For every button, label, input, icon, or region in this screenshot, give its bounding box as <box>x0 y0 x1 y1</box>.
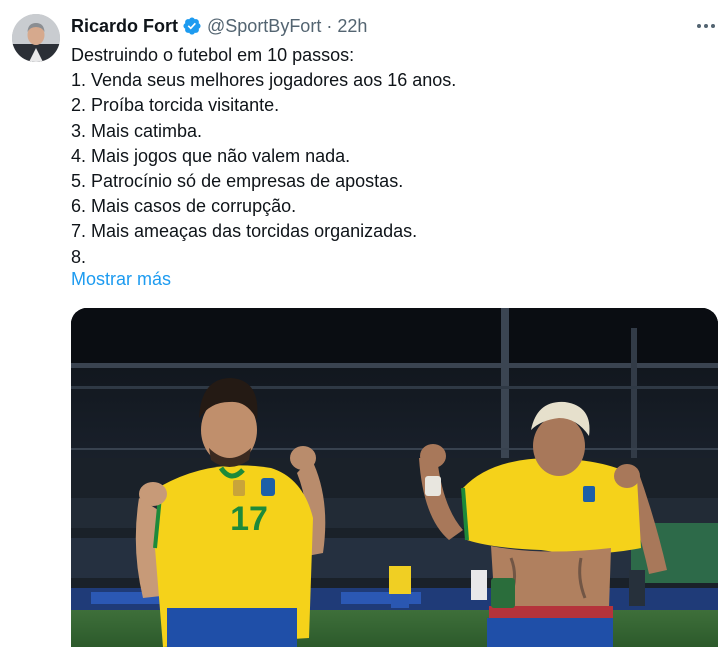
tweet-line: 1. Venda seus melhores jogadores aos 16 … <box>71 70 457 91</box>
tweet-text: Destruindo o futebol em 10 passos: 1. Ve… <box>71 43 711 270</box>
tweet-line: 4. Mais jogos que não valem nada. <box>71 145 351 166</box>
tweet-header: Ricardo Fort @SportByFort · 22h <box>71 14 367 38</box>
author-avatar[interactable] <box>12 14 60 62</box>
football-celebration-photo: 17 <box>71 308 718 647</box>
tweet-media-photo[interactable]: 17 <box>71 308 718 647</box>
show-more-link[interactable]: Mostrar más <box>71 267 171 292</box>
tweet-line: 7. Mais ameaças das torcidas organizadas… <box>71 221 418 242</box>
separator-dot: · <box>326 15 333 36</box>
author-name[interactable]: Ricardo Fort <box>71 16 178 37</box>
author-handle[interactable]: @SportByFort <box>207 16 321 37</box>
left-player-number: 17 <box>230 500 268 538</box>
tweet-line: 3. Mais catimba. <box>71 120 203 141</box>
tweet-line: 5. Patrocínio só de empresas de apostas. <box>71 171 404 192</box>
tweet-timestamp[interactable]: 22h <box>337 16 367 37</box>
tweet-line: 6. Mais casos de corrupção. <box>71 196 297 217</box>
verified-badge-icon[interactable] <box>182 16 202 36</box>
tweet-line: Destruindo o futebol em 10 passos: <box>71 45 355 65</box>
more-options-icon[interactable] <box>690 14 722 38</box>
avatar-image <box>12 14 60 62</box>
tweet-line: 2. Proíba torcida visitante. <box>71 95 280 116</box>
